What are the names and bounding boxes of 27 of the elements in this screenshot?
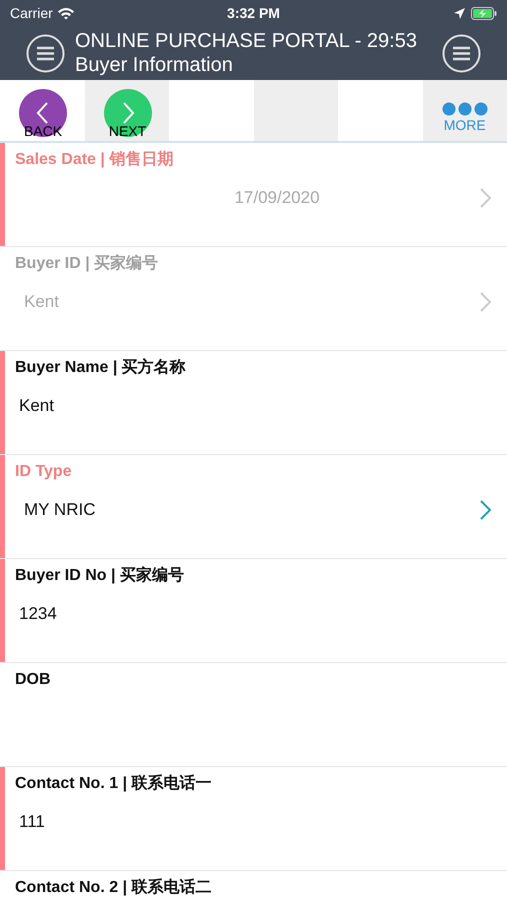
input-field[interactable]: Kent xyxy=(15,394,491,418)
location-icon xyxy=(454,8,466,18)
input-field[interactable]: 111 xyxy=(15,810,491,834)
field-label: Buyer ID | 买家编号 xyxy=(15,253,160,274)
dots-icon xyxy=(442,102,488,116)
field-label: ID Type xyxy=(15,462,73,482)
field-label: Buyer ID No | 买家编号 xyxy=(15,565,185,586)
chevron-right-icon xyxy=(479,188,491,208)
chevron-right-icon xyxy=(479,500,491,520)
field-label: DOB xyxy=(15,670,52,690)
carrier-label: Carrier xyxy=(10,4,53,22)
status-time: 3:32 PM xyxy=(227,4,280,22)
chevron-right-icon xyxy=(479,292,491,312)
field-label: Contact No. 1 | 联系电话一 xyxy=(15,773,212,794)
input-field[interactable]: 1234 xyxy=(15,602,491,626)
header-subtitle: Buyer Information xyxy=(75,53,234,77)
next-button[interactable]: NEXT xyxy=(84,80,169,141)
menu-icon[interactable] xyxy=(26,34,65,72)
picker-field[interactable]: MY NRIC xyxy=(15,498,479,522)
header-title: ONLINE PURCHASE PORTAL - 29:53 xyxy=(75,29,418,53)
menu-icon[interactable] xyxy=(442,34,481,72)
battery-icon xyxy=(471,6,498,20)
chevron-circle-icon xyxy=(102,88,152,138)
field-label: Sales Date | 销售日期 xyxy=(15,150,174,170)
wifi-icon xyxy=(56,6,75,20)
field-label: Contact No. 2 | 联系电话二 xyxy=(15,877,212,898)
field-label: Buyer Name | 买方名称 xyxy=(15,357,187,378)
